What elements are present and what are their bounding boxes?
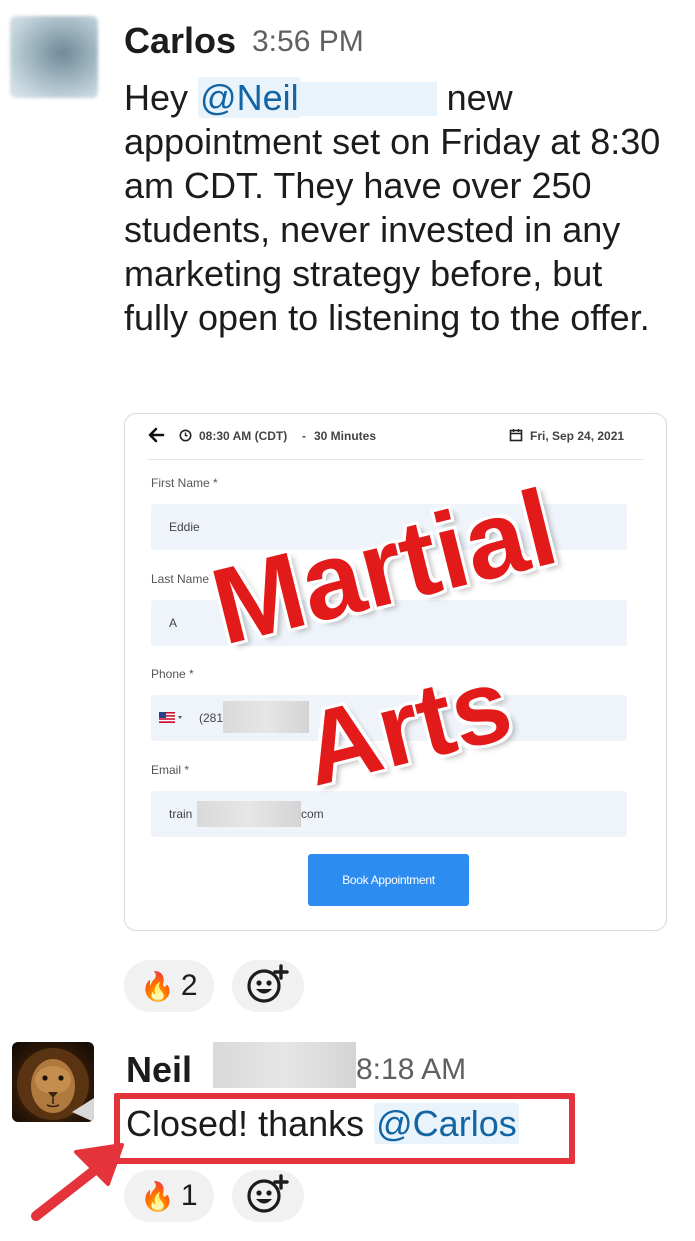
message-author[interactable]: Carlos — [124, 20, 236, 62]
reply-timestamp[interactable]: 8:18 AM — [356, 1053, 466, 1087]
redacted-surname — [300, 82, 437, 116]
reply-body: Closed! thanks @Carlos — [126, 1103, 519, 1145]
redacted-author-surname — [213, 1042, 356, 1088]
back-arrow-icon[interactable] — [147, 426, 165, 447]
card-date: Fri, Sep 24, 2021 — [530, 429, 625, 443]
us-flag-icon[interactable] — [159, 712, 183, 727]
neil-avatar[interactable] — [12, 1042, 94, 1122]
calendar-icon — [509, 428, 523, 445]
email-label: Email * — [151, 763, 190, 777]
add-reaction-button[interactable] — [232, 960, 304, 1012]
reply-author[interactable]: Neil — [126, 1049, 192, 1091]
add-reaction-button-2[interactable] — [232, 1170, 304, 1222]
phone-label: Phone * — [151, 667, 194, 681]
card-duration: 30 Minutes — [314, 429, 377, 443]
fire-reaction[interactable]: 🔥 2 — [124, 960, 214, 1012]
carlos-avatar[interactable] — [10, 16, 98, 98]
card-separator: - — [302, 429, 306, 443]
email-field[interactable]: train com — [151, 791, 627, 837]
first-name-value: Eddie — [169, 520, 200, 534]
clock-icon — [179, 429, 192, 445]
card-time: 08:30 AM (CDT) — [199, 429, 288, 443]
fire-reaction-2[interactable]: 🔥 1 — [124, 1170, 214, 1222]
add-reaction-icon — [246, 963, 290, 1009]
fire-icon: 🔥 — [140, 970, 175, 1002]
fire-reaction-count: 2 — [180, 969, 198, 1002]
first-name-label: First Name * — [151, 476, 218, 490]
card-divider — [147, 459, 644, 460]
last-name-value: A — [169, 616, 178, 630]
message-body: Hey @Neil new appointment set on Friday … — [124, 76, 674, 340]
fire-reaction-count-2: 1 — [180, 1179, 198, 1212]
phone-value: (281 — [199, 711, 224, 725]
add-reaction-icon-2 — [246, 1173, 290, 1219]
fire-icon-2: 🔥 — [140, 1180, 175, 1212]
mention-neil[interactable]: @Neil — [198, 77, 301, 118]
card-header: 08:30 AM (CDT) - 30 Minutes Fri, Sep 24,… — [147, 426, 644, 457]
email-value-start: train — [169, 807, 193, 821]
book-appointment-button[interactable]: Book Appointment — [308, 854, 469, 906]
reply-text: Closed! thanks — [126, 1103, 375, 1144]
message-timestamp[interactable]: 3:56 PM — [252, 25, 364, 59]
message-text-start: Hey — [124, 77, 199, 118]
redacted-email — [197, 801, 301, 827]
mention-carlos[interactable]: @Carlos — [374, 1103, 519, 1144]
